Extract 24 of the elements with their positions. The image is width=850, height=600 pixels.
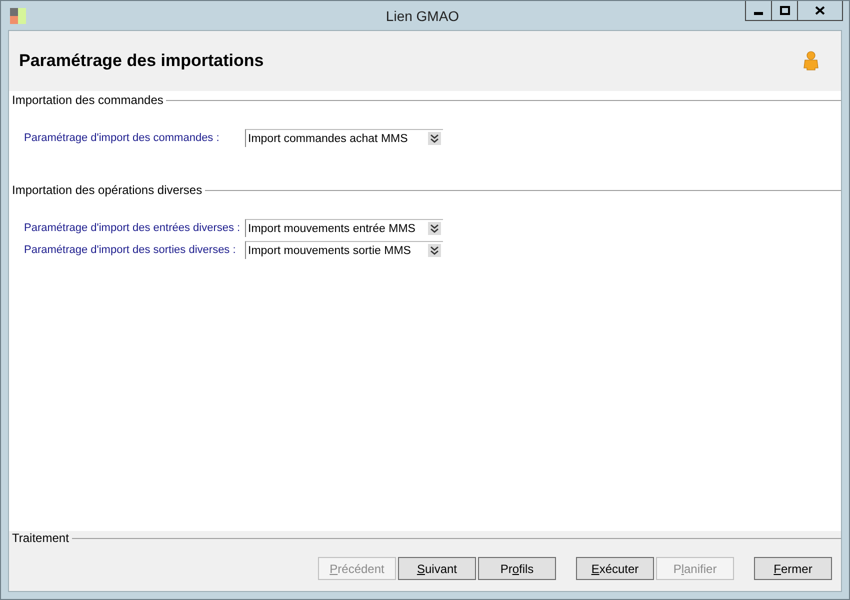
minimize-button[interactable]	[745, 1, 772, 21]
dropdown-button[interactable]	[428, 222, 441, 235]
user-icon[interactable]	[803, 51, 819, 71]
window-title: Lien GMAO	[384, 8, 460, 24]
maximize-icon	[780, 6, 790, 15]
action-button[interactable]: Suivant	[398, 557, 476, 580]
page-title: Paramétrage des importations	[19, 51, 264, 71]
dropdown-field[interactable]: Import mouvements entrée MMS	[245, 219, 443, 237]
app-icon	[9, 6, 27, 24]
group-title: Traitement	[11, 531, 69, 545]
field-label: Paramétrage d'import des sorties diverses :	[23, 244, 237, 256]
action-button[interactable]: Fermer	[754, 557, 832, 580]
group-title: Importation des opérations diverses	[11, 183, 202, 197]
close-button[interactable]	[797, 1, 843, 21]
close-icon	[815, 6, 825, 15]
dropdown-button[interactable]	[428, 244, 441, 257]
field-label: Paramétrage d'import des entrées diverses :	[23, 222, 242, 234]
dropdown-field[interactable]: Import mouvements sortie MMS	[245, 241, 443, 259]
group-title: Importation des commandes	[11, 93, 164, 107]
action-button[interactable]: Exécuter	[576, 557, 654, 580]
action-button[interactable]: Profils	[478, 557, 556, 580]
field-label: Paramétrage d'import des commandes :	[23, 132, 220, 144]
dropdown-field[interactable]: Import commandes achat MMS	[245, 129, 443, 147]
dropdown-button[interactable]	[428, 132, 441, 145]
